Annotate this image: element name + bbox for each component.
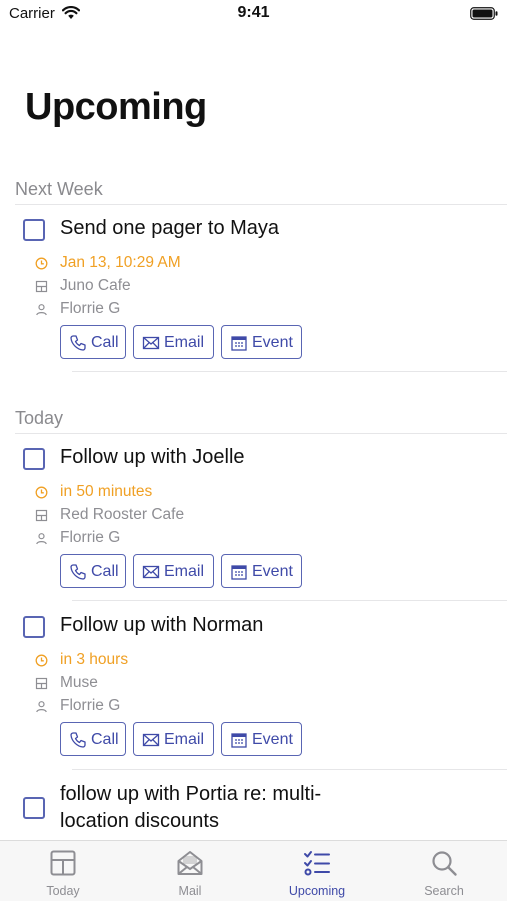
call-button[interactable]: Call [60,325,126,359]
envelope-icon [142,733,160,747]
task-checkbox[interactable] [23,797,45,819]
tab-upcoming-label: Upcoming [288,884,346,898]
tab-today-label: Today [46,884,80,898]
person-icon [36,304,47,316]
event-button-label: Event [252,334,293,351]
task-person: Florrie G [60,697,121,714]
building-icon [35,509,48,522]
task-item: Send one pager to Maya Jan 13, 10:29 AM … [0,214,507,374]
clock-icon [35,257,48,270]
section-header-next-week: Next Week [15,179,103,199]
task-checkbox[interactable] [23,219,45,241]
task-location: Red Rooster Cafe [60,506,185,523]
divider [15,433,507,434]
tab-mail[interactable]: Mail [127,841,253,901]
task-item: Follow up with Norman in 3 hours Muse Fl… [0,611,507,771]
phone-icon [70,732,86,748]
task-title-line-2[interactable]: location discounts [60,808,219,835]
battery-icon [470,7,498,20]
email-button-label: Email [164,334,205,351]
email-button-label: Email [164,563,205,580]
calendar-icon [231,733,247,748]
tab-search-label: Search [424,884,464,898]
task-due: in 3 hours [60,651,129,668]
divider [15,204,507,205]
clock-icon [35,486,48,499]
call-button[interactable]: Call [60,722,126,756]
section-header-today: Today [15,408,64,428]
email-button-label: Email [164,731,205,748]
event-button[interactable]: Event [221,325,302,359]
task-title[interactable]: Follow up with Norman [60,612,263,639]
call-button-label: Call [91,334,119,351]
event-button[interactable]: Event [221,554,302,588]
phone-icon [70,564,86,580]
search-icon [432,851,457,876]
calendar-icon [231,336,247,351]
tab-upcoming[interactable]: Upcoming [254,841,380,901]
status-bar: Carrier 9:41 [0,0,507,30]
divider [72,600,507,601]
task-due: in 50 minutes [60,483,153,500]
task-person: Florrie G [60,300,121,317]
clock: 9:41 [237,4,270,21]
event-button[interactable]: Event [221,722,302,756]
task-item: Follow up with Joelle in 50 minutes Red … [0,443,507,603]
building-icon [35,677,48,690]
envelope-icon [142,565,160,579]
email-button[interactable]: Email [133,554,214,588]
email-button[interactable]: Email [133,722,214,756]
task-person: Florrie G [60,529,121,546]
task-checkbox[interactable] [23,448,45,470]
tab-mail-label: Mail [178,884,202,898]
event-button-label: Event [252,563,293,580]
call-button-label: Call [91,563,119,580]
page-title: Upcoming [25,86,207,128]
envelope-icon [142,336,160,350]
call-button-label: Call [91,731,119,748]
phone-icon [70,335,86,351]
task-title[interactable]: Follow up with Joelle [60,444,245,471]
person-icon [36,701,47,713]
calendar-icon [231,565,247,580]
task-item: follow up with Portia re: multi- locatio… [0,780,507,840]
task-location: Juno Cafe [60,277,131,294]
tab-bar: Today Mail Upcoming Search [0,840,507,901]
mail-icon [177,851,203,875]
event-button-label: Event [252,731,293,748]
task-title-line-1[interactable]: follow up with Portia re: multi- [60,781,321,808]
clock-icon [35,654,48,667]
building-icon [35,280,48,293]
tab-today[interactable]: Today [0,841,126,901]
tab-search[interactable]: Search [381,841,507,901]
task-title[interactable]: Send one pager to Maya [60,215,279,242]
email-button[interactable]: Email [133,325,214,359]
task-checkbox[interactable] [23,616,45,638]
task-location: Muse [60,674,98,691]
divider [72,371,507,372]
divider [72,769,507,770]
task-due: Jan 13, 10:29 AM [60,254,181,271]
person-icon [36,533,47,545]
calendar-grid-icon [50,850,76,876]
call-button[interactable]: Call [60,554,126,588]
checklist-icon [304,851,330,876]
